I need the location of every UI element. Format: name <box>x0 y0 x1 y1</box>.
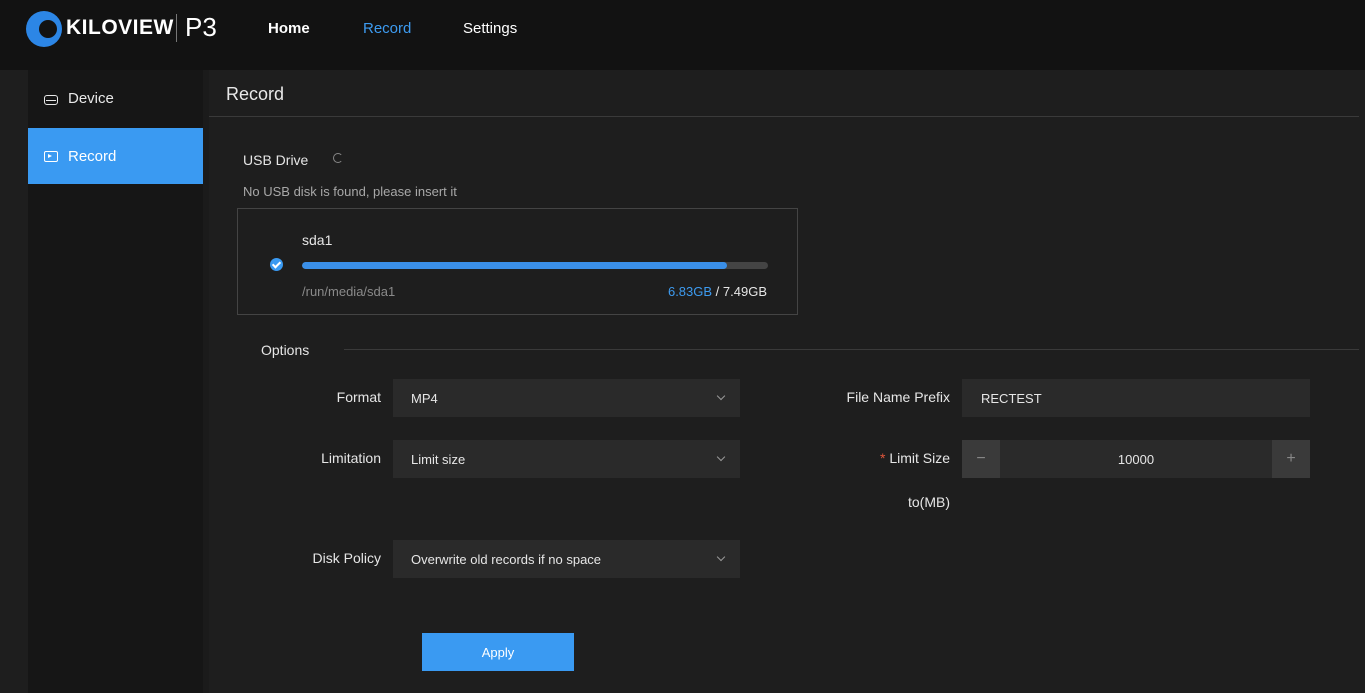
limit-size-label: * Limit Size <box>789 450 950 466</box>
limit-size-stepper: − 10000 + <box>962 440 1310 478</box>
usb-drive-label: USB Drive <box>243 152 309 168</box>
disk-policy-value: Overwrite old records if no space <box>411 551 602 567</box>
sidebar: Device Record <box>28 70 203 693</box>
brand-name: KILOVIEW <box>66 16 174 39</box>
page-title: Record <box>226 84 285 104</box>
disk-card[interactable]: sda1 /run/media/sda1 6.83GB / 7.49GB <box>237 208 798 315</box>
limit-size-unit-label: to(MB) <box>908 494 950 510</box>
limitation-select[interactable]: Limit size <box>393 440 740 478</box>
limit-size-label-text: Limit Size <box>889 450 950 466</box>
format-select[interactable]: MP4 <box>393 379 740 417</box>
format-value: MP4 <box>411 390 438 406</box>
sidebar-item-record[interactable]: Record <box>28 128 203 184</box>
limitation-label: Limitation <box>321 450 381 466</box>
chevron-down-icon <box>716 452 726 462</box>
disk-path: /run/media/sda1 <box>302 284 396 299</box>
disk-used: 6.83GB <box>667 284 713 299</box>
refresh-icon[interactable] <box>333 153 343 163</box>
file-name-prefix-value: RECTEST <box>981 390 1042 406</box>
disk-usage-text: 6.83GB / 7.49GB <box>668 284 767 299</box>
title-divider <box>209 116 1359 117</box>
options-divider <box>344 349 1359 350</box>
usb-status-message: No USB disk is found, please insert it <box>243 184 457 199</box>
top-bar: KILOVIEW P3 Home Record Settings <box>0 0 1365 70</box>
required-mark: * <box>879 450 886 466</box>
nav-settings[interactable]: Settings <box>463 20 517 37</box>
chevron-down-icon <box>716 552 726 562</box>
nav-home[interactable]: Home <box>268 20 310 37</box>
kiloview-logo-icon <box>26 11 62 47</box>
main-panel: Record USB Drive No USB disk is found, p… <box>209 70 1365 693</box>
disk-policy-label: Disk Policy <box>312 550 381 566</box>
increment-button[interactable]: + <box>1272 440 1310 478</box>
drive-icon <box>44 94 58 105</box>
left-margin <box>0 70 28 693</box>
disk-total: 7.49GB <box>722 284 767 299</box>
check-circle-icon[interactable] <box>270 258 283 271</box>
limit-size-value[interactable]: 10000 <box>1000 440 1272 478</box>
nav-record[interactable]: Record <box>363 20 411 37</box>
decrement-button[interactable]: − <box>962 440 1000 478</box>
chevron-down-icon <box>716 391 726 401</box>
app-window: KILOVIEW P3 Home Record Settings Device … <box>0 0 1365 693</box>
logo-divider <box>176 14 177 42</box>
apply-button[interactable]: Apply <box>422 633 574 671</box>
file-name-prefix-input[interactable]: RECTEST <box>962 379 1310 417</box>
disk-usage-bar <box>302 262 768 269</box>
disk-usage-separator: / <box>712 284 723 299</box>
format-label: Format <box>336 389 381 405</box>
sidebar-item-device[interactable]: Device <box>28 70 203 126</box>
disk-policy-select[interactable]: Overwrite old records if no space <box>393 540 740 578</box>
file-name-prefix-label: File Name Prefix <box>846 389 950 405</box>
record-icon <box>44 150 58 162</box>
sidebar-item-label: Record <box>68 147 117 165</box>
product-name: P3 <box>185 12 217 42</box>
options-section-label: Options <box>261 342 310 358</box>
limitation-value: Limit size <box>411 451 466 467</box>
disk-name: sda1 <box>302 232 333 248</box>
disk-usage-fill <box>302 262 727 269</box>
sidebar-item-label: Device <box>68 89 114 107</box>
